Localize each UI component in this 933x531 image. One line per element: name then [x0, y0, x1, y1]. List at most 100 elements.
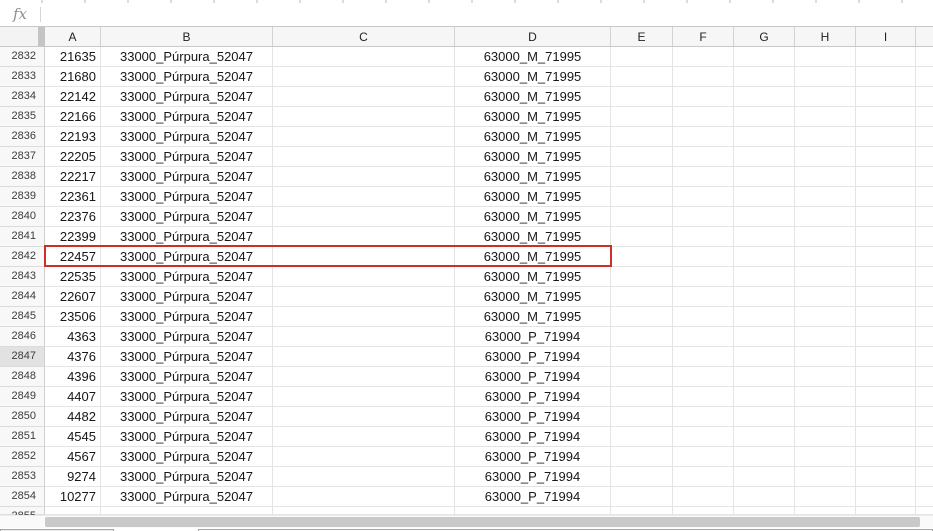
horizontal-scrollbar-thumb[interactable] [45, 517, 920, 527]
cell-b2841[interactable]: 33000_Púrpura_52047 [101, 227, 273, 247]
cell-a2846[interactable]: 4363 [45, 327, 101, 347]
cell-h2836[interactable] [795, 127, 856, 147]
cell-g2846[interactable] [734, 327, 795, 347]
cell-partial2840[interactable] [916, 207, 933, 227]
cell-h2850[interactable] [795, 407, 856, 427]
cell-d2844[interactable]: 63000_M_71995 [455, 287, 611, 307]
cell-f2842[interactable] [673, 247, 734, 267]
row-header-2852[interactable]: 2852 [0, 447, 45, 467]
cell-g2842[interactable] [734, 247, 795, 267]
cell-a2839[interactable]: 22361 [45, 187, 101, 207]
cell-c2845[interactable] [273, 307, 455, 327]
cell-b2840[interactable]: 33000_Púrpura_52047 [101, 207, 273, 227]
cell-b2849[interactable]: 33000_Púrpura_52047 [101, 387, 273, 407]
cell-c2837[interactable] [273, 147, 455, 167]
cell-d2837[interactable]: 63000_M_71995 [455, 147, 611, 167]
cell-b2834[interactable]: 33000_Púrpura_52047 [101, 87, 273, 107]
row-header-2850[interactable]: 2850 [0, 407, 45, 427]
row-header-2840[interactable]: 2840 [0, 207, 45, 227]
cell-f2848[interactable] [673, 367, 734, 387]
cell-d2838[interactable]: 63000_M_71995 [455, 167, 611, 187]
cell-d2846[interactable]: 63000_P_71994 [455, 327, 611, 347]
cell-i2852[interactable] [856, 447, 916, 467]
cell-a2845[interactable]: 23506 [45, 307, 101, 327]
cell-i2839[interactable] [856, 187, 916, 207]
cell-e2850[interactable] [611, 407, 673, 427]
cell-a2833[interactable]: 21680 [45, 67, 101, 87]
cell-e2843[interactable] [611, 267, 673, 287]
cell-a2836[interactable]: 22193 [45, 127, 101, 147]
cell-e2837[interactable] [611, 147, 673, 167]
cell-h2849[interactable] [795, 387, 856, 407]
cell-a2834[interactable]: 22142 [45, 87, 101, 107]
cell-b2848[interactable]: 33000_Púrpura_52047 [101, 367, 273, 387]
cell-c2854[interactable] [273, 487, 455, 507]
cell-a2850[interactable]: 4482 [45, 407, 101, 427]
cell-h2837[interactable] [795, 147, 856, 167]
cell-g2848[interactable] [734, 367, 795, 387]
row-header-partial[interactable]: 2855 [0, 507, 45, 515]
cell-e2848[interactable] [611, 367, 673, 387]
horizontal-scrollbar[interactable] [0, 515, 933, 528]
cell-f2833[interactable] [673, 67, 734, 87]
cell-g2853[interactable] [734, 467, 795, 487]
cell-b2843[interactable]: 33000_Púrpura_52047 [101, 267, 273, 287]
cell-f2845[interactable] [673, 307, 734, 327]
column-header-i[interactable]: I [856, 27, 916, 46]
cell-c2848[interactable] [273, 367, 455, 387]
row-header-2844[interactable]: 2844 [0, 287, 45, 307]
cell-h2833[interactable] [795, 67, 856, 87]
formula-input[interactable] [41, 3, 933, 26]
row-header-2847[interactable]: 2847 [0, 347, 45, 367]
cell-partial2844[interactable] [916, 287, 933, 307]
row-header-2841[interactable]: 2841 [0, 227, 45, 247]
cell-i2833[interactable] [856, 67, 916, 87]
cell-partial2835[interactable] [916, 107, 933, 127]
cell-partial[interactable] [273, 507, 455, 515]
cell-partial2852[interactable] [916, 447, 933, 467]
cell-g2833[interactable] [734, 67, 795, 87]
cell-d2854[interactable]: 63000_P_71994 [455, 487, 611, 507]
cell-b2835[interactable]: 33000_Púrpura_52047 [101, 107, 273, 127]
cell-g2832[interactable] [734, 47, 795, 67]
cell-c2838[interactable] [273, 167, 455, 187]
cell-i2835[interactable] [856, 107, 916, 127]
cell-partial[interactable] [734, 507, 795, 515]
row-header-2854[interactable]: 2854 [0, 487, 45, 507]
cell-partial2841[interactable] [916, 227, 933, 247]
cell-b2844[interactable]: 33000_Púrpura_52047 [101, 287, 273, 307]
cell-h2841[interactable] [795, 227, 856, 247]
cell-f2843[interactable] [673, 267, 734, 287]
cell-a2853[interactable]: 9274 [45, 467, 101, 487]
row-header-2836[interactable]: 2836 [0, 127, 45, 147]
cell-e2840[interactable] [611, 207, 673, 227]
cell-d2840[interactable]: 63000_M_71995 [455, 207, 611, 227]
cell-c2850[interactable] [273, 407, 455, 427]
cell-e2844[interactable] [611, 287, 673, 307]
cell-d2843[interactable]: 63000_M_71995 [455, 267, 611, 287]
cell-i2841[interactable] [856, 227, 916, 247]
cell-f2836[interactable] [673, 127, 734, 147]
cell-a2848[interactable]: 4396 [45, 367, 101, 387]
cell-d2835[interactable]: 63000_M_71995 [455, 107, 611, 127]
cell-partial2838[interactable] [916, 167, 933, 187]
row-header-2834[interactable]: 2834 [0, 87, 45, 107]
cell-d2853[interactable]: 63000_P_71994 [455, 467, 611, 487]
cell-i2844[interactable] [856, 287, 916, 307]
cell-a2844[interactable]: 22607 [45, 287, 101, 307]
cell-a2854[interactable]: 10277 [45, 487, 101, 507]
cell-c2849[interactable] [273, 387, 455, 407]
cell-b2832[interactable]: 33000_Púrpura_52047 [101, 47, 273, 67]
row-header-2832[interactable]: 2832 [0, 47, 45, 67]
cell-partial2854[interactable] [916, 487, 933, 507]
cell-c2847[interactable] [273, 347, 455, 367]
cell-h2848[interactable] [795, 367, 856, 387]
cell-f2846[interactable] [673, 327, 734, 347]
column-header-d[interactable]: D [455, 27, 611, 46]
cell-partial2847[interactable] [916, 347, 933, 367]
cell-g2852[interactable] [734, 447, 795, 467]
cell-c2840[interactable] [273, 207, 455, 227]
cell-i2840[interactable] [856, 207, 916, 227]
cell-i2836[interactable] [856, 127, 916, 147]
row-header-2838[interactable]: 2838 [0, 167, 45, 187]
